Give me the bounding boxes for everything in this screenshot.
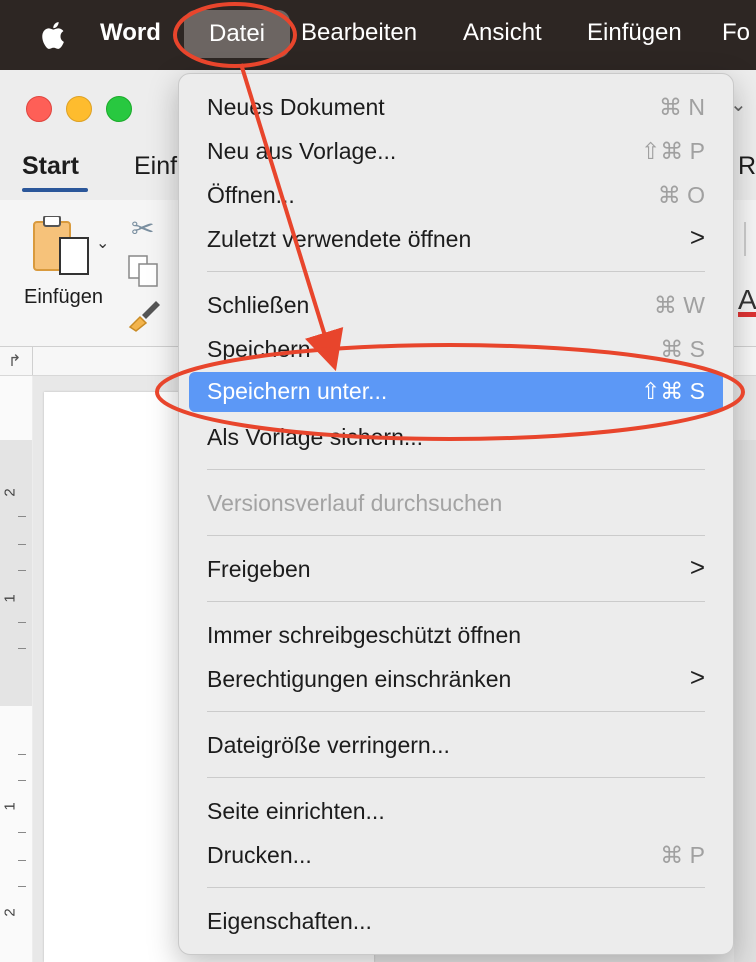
tab-einfuegen[interactable]: Einf (134, 152, 177, 181)
menu-item-oeffnen[interactable]: Öffnen... ⌘ O (189, 176, 723, 216)
menu-item-label: Immer schreibgeschützt öffnen (207, 622, 522, 648)
ruler-margin-bottom (0, 706, 32, 962)
ruler-number: 1 (1, 802, 19, 811)
menu-item-label: Eigenschaften... (207, 908, 372, 934)
ruler-tick (18, 780, 26, 781)
menu-separator (207, 535, 705, 536)
menu-item-label: Seite einrichten... (207, 798, 385, 824)
menu-item-label: Zuletzt verwendete öffnen (207, 226, 472, 252)
ruler-tick (18, 622, 26, 623)
ruler-tick (18, 570, 26, 571)
format-painter-icon[interactable] (126, 297, 162, 333)
submenu-chevron-icon: > (689, 662, 705, 692)
menubar-bearbeiten[interactable]: Bearbeiten (301, 19, 417, 47)
menu-item-label: Drucken... (207, 842, 312, 868)
menu-item-label: Schließen (207, 292, 310, 318)
paste-icon[interactable] (32, 216, 92, 276)
font-color-indicator (738, 312, 756, 317)
menu-item-als-vorlage-sichern[interactable]: Als Vorlage sichern... (189, 418, 723, 458)
menu-item-berechtigungen[interactable]: Berechtigungen einschränken > (189, 660, 723, 700)
menu-item-label: Berechtigungen einschränken (207, 666, 512, 692)
ruler-number: 1 (1, 594, 19, 603)
datei-menu: Neues Dokument ⌘ N Neu aus Vorlage... ⇧⌘… (178, 73, 734, 955)
menu-separator (207, 601, 705, 602)
menu-item-drucken[interactable]: Drucken... ⌘ P (189, 836, 723, 876)
menu-item-immer-schreibgeschuetzt[interactable]: Immer schreibgeschützt öffnen (189, 616, 723, 656)
menu-item-label: Neues Dokument (207, 94, 385, 120)
copy-icon[interactable] (127, 254, 161, 288)
ruler-tick (18, 516, 26, 517)
menubar-ansicht[interactable]: Ansicht (463, 19, 542, 47)
ruler-margin-top (0, 376, 32, 440)
menu-item-shortcut: ⌘ N (659, 94, 705, 120)
menu-item-speichern[interactable]: Speichern ⌘ S (189, 330, 723, 370)
vertical-ruler: 2 1 1 2 (0, 376, 32, 962)
menu-item-schliessen[interactable]: Schließen ⌘ W (189, 286, 723, 326)
menu-item-eigenschaften[interactable]: Eigenschaften... (189, 902, 723, 942)
ruler-tick (18, 832, 26, 833)
tab-start[interactable]: Start (22, 152, 79, 181)
ruler-number: 2 (1, 488, 19, 497)
paste-label[interactable]: Einfügen (24, 286, 103, 309)
menubar-datei[interactable]: Datei (184, 10, 290, 58)
submenu-chevron-icon: > (689, 222, 705, 252)
ruler-divider (32, 347, 33, 375)
menu-separator (207, 887, 705, 888)
menu-bar: Word Datei Bearbeiten Ansicht Einfügen F… (0, 0, 756, 70)
menubar-app-name[interactable]: Word (100, 19, 161, 47)
zoom-window-button[interactable] (106, 96, 132, 122)
scroll-area[interactable] (734, 440, 756, 962)
menu-item-label: Versionsverlauf durchsuchen (207, 490, 503, 516)
menu-item-neu-aus-vorlage[interactable]: Neu aus Vorlage... ⇧⌘ P (189, 132, 723, 172)
ruler-number: 2 (1, 908, 19, 917)
submenu-chevron-icon: > (689, 552, 705, 582)
menu-item-label: Dateigröße verringern... (207, 732, 450, 758)
tab-stop-icon[interactable]: ↱ (8, 351, 21, 371)
menu-item-shortcut: ⇧⌘ S (640, 378, 705, 404)
scissors-icon[interactable]: ✂ (131, 212, 154, 245)
menubar-einfuegen[interactable]: Einfügen (587, 19, 682, 47)
menu-item-freigeben[interactable]: Freigeben > (189, 550, 723, 590)
menu-item-shortcut: ⇧⌘ P (640, 138, 705, 164)
menu-separator (207, 271, 705, 272)
apple-icon[interactable] (36, 18, 66, 52)
ruler-tick (18, 648, 26, 649)
active-tab-indicator (22, 188, 88, 192)
menu-item-shortcut: ⌘ S (660, 336, 705, 362)
paste-dropdown-chevron-icon[interactable]: ⌄ (96, 233, 109, 253)
menu-item-speichern-unter[interactable]: Speichern unter... ⇧⌘ S (189, 372, 723, 412)
menu-item-versionsverlauf: Versionsverlauf durchsuchen (189, 484, 723, 524)
menu-separator (207, 711, 705, 712)
menu-item-shortcut: ⌘ O (657, 182, 705, 208)
menu-item-seite-einrichten[interactable]: Seite einrichten... (189, 792, 723, 832)
ruler-tick (18, 544, 26, 545)
menu-item-shortcut: ⌘ P (660, 842, 705, 868)
tab-r[interactable]: R (738, 152, 756, 181)
minimize-window-button[interactable] (66, 96, 92, 122)
menu-item-label: Speichern unter... (207, 378, 388, 404)
ribbon-divider (744, 222, 746, 256)
ruler-tick (18, 886, 26, 887)
menu-separator (207, 777, 705, 778)
menu-item-neues-dokument[interactable]: Neues Dokument ⌘ N (189, 88, 723, 128)
ruler-tick (18, 860, 26, 861)
menu-item-zuletzt-verwendete[interactable]: Zuletzt verwendete öffnen > (189, 220, 723, 260)
menu-separator (207, 469, 705, 470)
menu-item-dateigroesse-verringern[interactable]: Dateigröße verringern... (189, 726, 723, 766)
menu-item-label: Öffnen... (207, 182, 295, 208)
menu-item-label: Speichern (207, 336, 311, 362)
menu-item-label: Als Vorlage sichern... (207, 424, 424, 450)
menu-item-label: Freigeben (207, 556, 311, 582)
close-window-button[interactable] (26, 96, 52, 122)
menubar-format[interactable]: Fo (722, 19, 750, 47)
ruler-tick (18, 754, 26, 755)
menu-item-shortcut: ⌘ W (653, 292, 705, 318)
menu-item-label: Neu aus Vorlage... (207, 138, 397, 164)
